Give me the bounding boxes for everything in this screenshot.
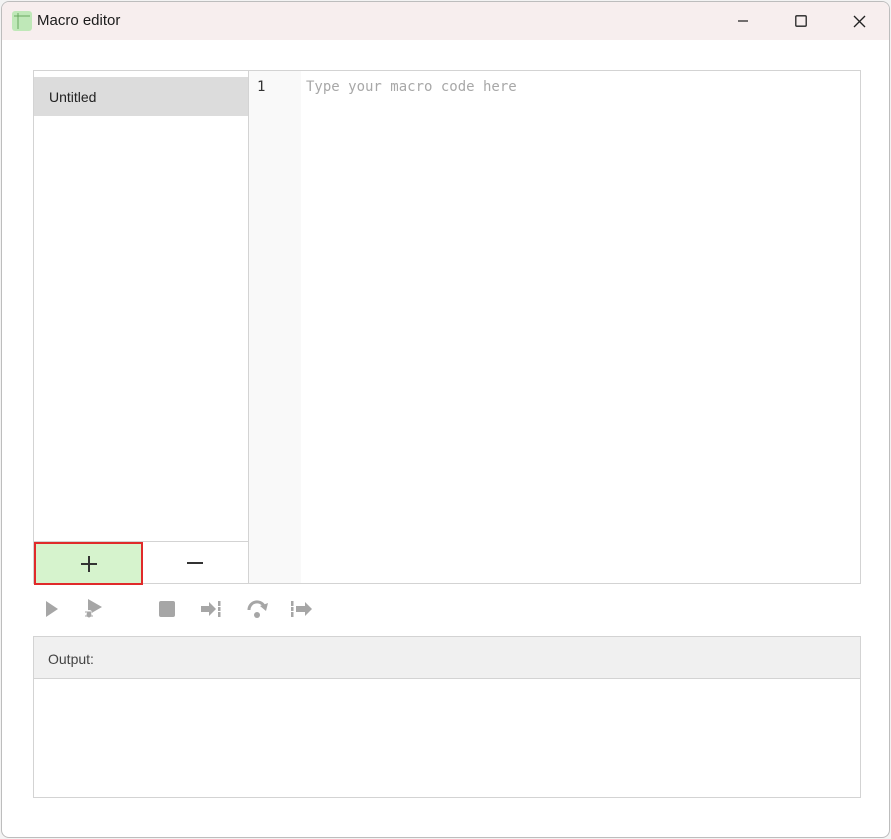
macro-list-buttons [34,541,248,585]
close-button[interactable] [830,2,888,40]
macro-panel: Untitled 1 Type your macro code here [33,70,861,585]
run-button[interactable] [37,594,65,624]
maximize-button[interactable] [772,2,830,40]
debug-icon [85,599,102,618]
step-out-button[interactable] [288,594,316,624]
stop-icon [159,601,175,617]
macro-editor-app-icon [12,11,32,31]
line-number-gutter: 1 [249,71,301,583]
stop-button[interactable] [153,594,181,624]
line-number: 1 [257,79,266,95]
minimize-button[interactable] [714,2,772,40]
code-editor[interactable]: Type your macro code here [301,71,860,583]
output-content[interactable] [34,679,860,797]
step-out-icon [291,601,312,617]
plus-icon [80,555,97,572]
output-header: Output: [34,637,860,679]
code-placeholder: Type your macro code here [306,79,517,95]
macro-list-item[interactable]: Untitled [34,77,248,116]
step-over-button[interactable] [243,594,271,624]
macro-editor-window: Macro editor Untitled 1 Type your macro … [1,1,890,838]
macro-list-item-label: Untitled [49,89,97,105]
add-macro-button[interactable] [34,542,143,585]
run-icon [46,601,58,617]
minus-icon [187,562,203,564]
step-over-icon [247,600,268,618]
minimize-icon [738,20,748,22]
debug-toolbar [33,594,333,624]
debug-button[interactable] [79,594,107,624]
title-bar[interactable]: Macro editor [2,2,889,40]
remove-macro-button[interactable] [142,543,248,583]
window-title: Macro editor [37,12,121,29]
close-icon [853,15,865,27]
step-into-icon [201,601,221,617]
macro-list: Untitled [34,71,249,585]
maximize-icon [795,15,807,27]
step-into-button[interactable] [197,594,225,624]
output-panel: Output: [33,636,861,798]
output-label: Output: [48,651,94,667]
